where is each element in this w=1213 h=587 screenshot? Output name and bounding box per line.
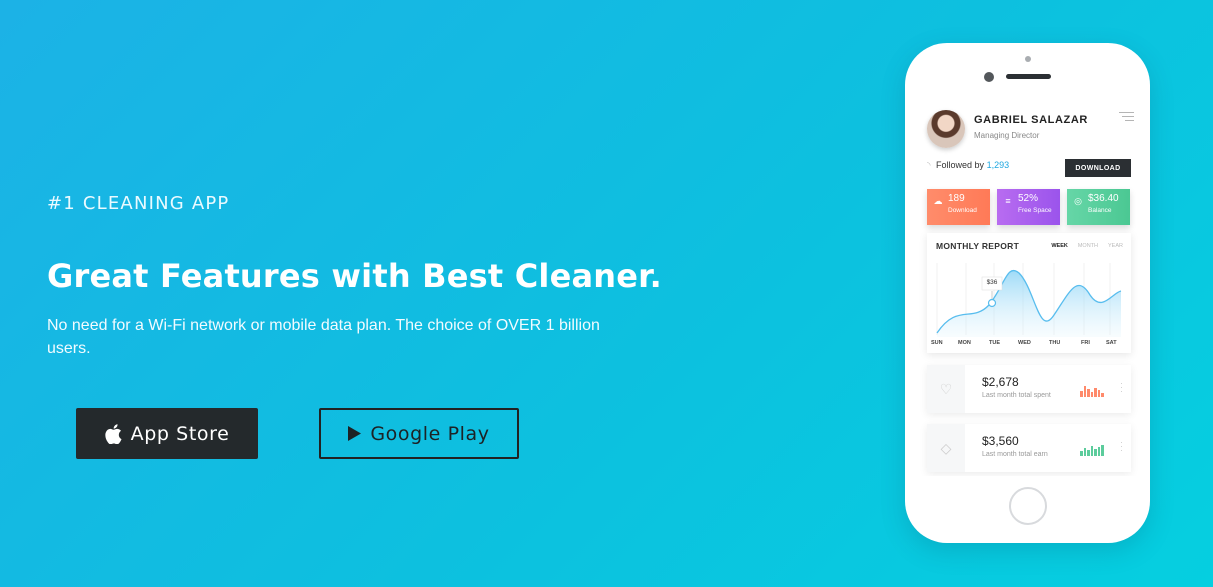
mini-bar-chart (1080, 385, 1104, 397)
profile-name: GABRIEL SALAZAR (974, 114, 1088, 126)
menu-icon[interactable] (1119, 112, 1134, 124)
hero-description: No need for a Wi-Fi network or mobile da… (47, 317, 600, 357)
cloud-download-icon: ☁ (933, 196, 943, 206)
database-icon: ≡ (1005, 196, 1011, 206)
stat-label: Download (948, 207, 977, 214)
stat-value: $36.40 (1088, 193, 1119, 204)
card-label: Last month total earn (982, 451, 1048, 458)
hero-section: #1 CLEANING APP Great Features with Best… (47, 0, 747, 587)
spent-card[interactable]: ♡ $2,678 Last month total spent · · · (927, 365, 1131, 413)
stat-label: Balance (1088, 207, 1112, 214)
day-label: WED (1018, 340, 1031, 346)
day-label: SAT (1106, 340, 1117, 346)
play-icon (348, 426, 362, 441)
phone-camera (984, 72, 994, 82)
card-label: Last month total spent (982, 392, 1051, 399)
tab-week[interactable]: WEEK (1051, 243, 1068, 249)
day-label: FRI (1081, 340, 1090, 346)
day-label: THU (1049, 340, 1061, 346)
report-title: MONTHLY REPORT (936, 241, 1020, 251)
hero-headline: Great Features with Best Cleaner. (47, 257, 662, 295)
stat-balance[interactable]: ◎ $36.40 Balance (1067, 189, 1130, 225)
diamond-icon: ◇ (927, 424, 965, 472)
google-play-button[interactable]: Google Play (319, 408, 519, 459)
phone-speaker (1006, 74, 1051, 79)
stat-download[interactable]: ☁ 189 Download (927, 189, 990, 225)
apple-icon (104, 423, 122, 444)
followed-by: ◝ Followed by 1,293 (927, 160, 1009, 171)
more-icon[interactable]: · · · (1120, 379, 1123, 396)
stat-label: Free Space (1018, 207, 1052, 214)
chart-tooltip: $36 (986, 279, 998, 286)
phone-mockup: GABRIEL SALAZAR Managing Director ◝ Foll… (905, 43, 1150, 543)
profile-role: Managing Director (974, 131, 1040, 140)
home-button[interactable] (1009, 487, 1047, 525)
stat-free-space[interactable]: ≡ 52% Free Space (997, 189, 1060, 225)
tab-month[interactable]: MONTH (1078, 243, 1098, 249)
app-store-label: App Store (130, 422, 230, 445)
hero-eyebrow: #1 CLEANING APP (47, 193, 230, 214)
tab-year[interactable]: YEAR (1108, 243, 1123, 249)
day-label: SUN (931, 340, 943, 346)
day-label: TUE (989, 340, 1000, 346)
mini-bar-chart (1080, 444, 1104, 456)
google-play-label: Google Play (370, 422, 490, 445)
heart-chat-icon: ♡ (927, 365, 965, 413)
followed-count[interactable]: 1,293 (987, 160, 1010, 170)
report-chart (936, 263, 1122, 337)
followed-label: Followed by (936, 160, 985, 170)
report-tabs: WEEK MONTH YEAR (1051, 243, 1123, 249)
app-store-button[interactable]: App Store (76, 408, 258, 459)
card-amount: $3,560 (982, 434, 1019, 448)
rss-icon: ◝ (927, 160, 931, 170)
card-amount: $2,678 (982, 375, 1019, 389)
avatar (927, 110, 965, 148)
phone-sensor (1025, 56, 1031, 62)
monthly-report-card: MONTHLY REPORT WEEK MONTH YEAR $36 SUN M… (927, 233, 1131, 353)
download-button[interactable]: DOWNLOAD (1065, 159, 1131, 177)
day-label: MON (958, 340, 971, 346)
stat-value: 52% (1018, 193, 1039, 204)
stat-value: 189 (948, 193, 965, 204)
phone-screen: GABRIEL SALAZAR Managing Director ◝ Foll… (917, 102, 1138, 476)
more-icon[interactable]: · · · (1120, 438, 1123, 455)
earn-card[interactable]: ◇ $3,560 Last month total earn · · · (927, 424, 1131, 472)
coin-icon: ◎ (1074, 196, 1082, 206)
